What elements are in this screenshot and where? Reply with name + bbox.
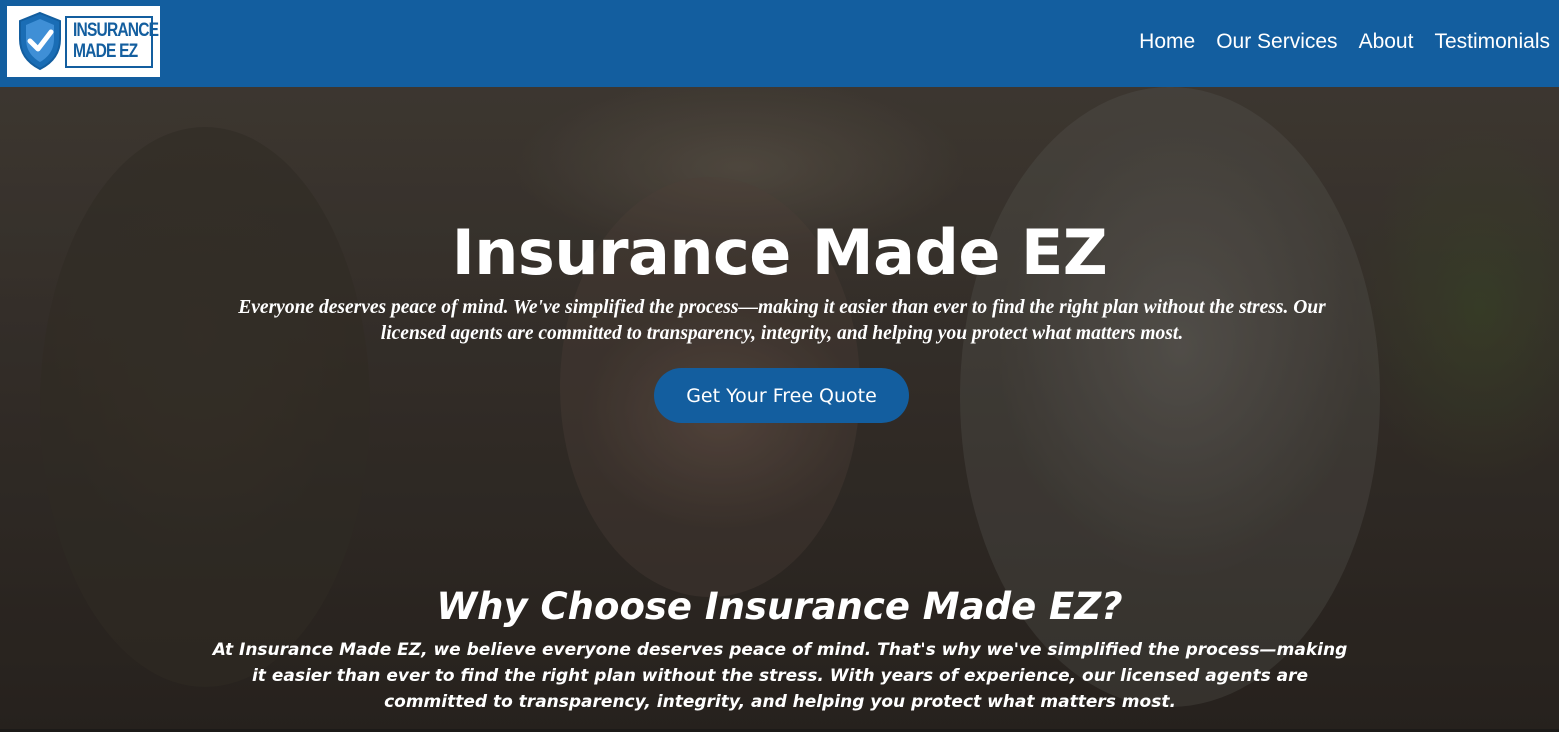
hero-title: Insurance Made EZ	[451, 216, 1108, 289]
nav-link-testimonials[interactable]: Testimonials	[1434, 28, 1550, 56]
logo-line-2: MADE EZ	[73, 41, 138, 62]
get-free-quote-button[interactable]: Get Your Free Quote	[654, 368, 909, 423]
nav-link-our-services[interactable]: Our Services	[1216, 28, 1337, 56]
logo-line-1: INSURANCE	[73, 20, 159, 41]
hero-section: Insurance Made EZ Everyone deserves peac…	[0, 87, 1559, 732]
top-navbar: INSURANCE MADE EZ Home Our Services Abou…	[0, 0, 1559, 87]
main-nav: Home Our Services About Testimonials	[1139, 28, 1550, 56]
site-logo[interactable]: INSURANCE MADE EZ	[7, 6, 160, 77]
nav-link-about[interactable]: About	[1359, 28, 1414, 56]
why-choose-description: At Insurance Made EZ, we believe everyon…	[212, 640, 1348, 712]
shield-check-icon	[19, 11, 61, 71]
logo-wordmark: INSURANCE MADE EZ	[65, 16, 159, 68]
why-choose-title: Why Choose Insurance Made EZ?	[436, 585, 1123, 628]
nav-link-home[interactable]: Home	[1139, 28, 1195, 56]
hero-description: Everyone deserves peace of mind. We've s…	[238, 297, 1326, 344]
